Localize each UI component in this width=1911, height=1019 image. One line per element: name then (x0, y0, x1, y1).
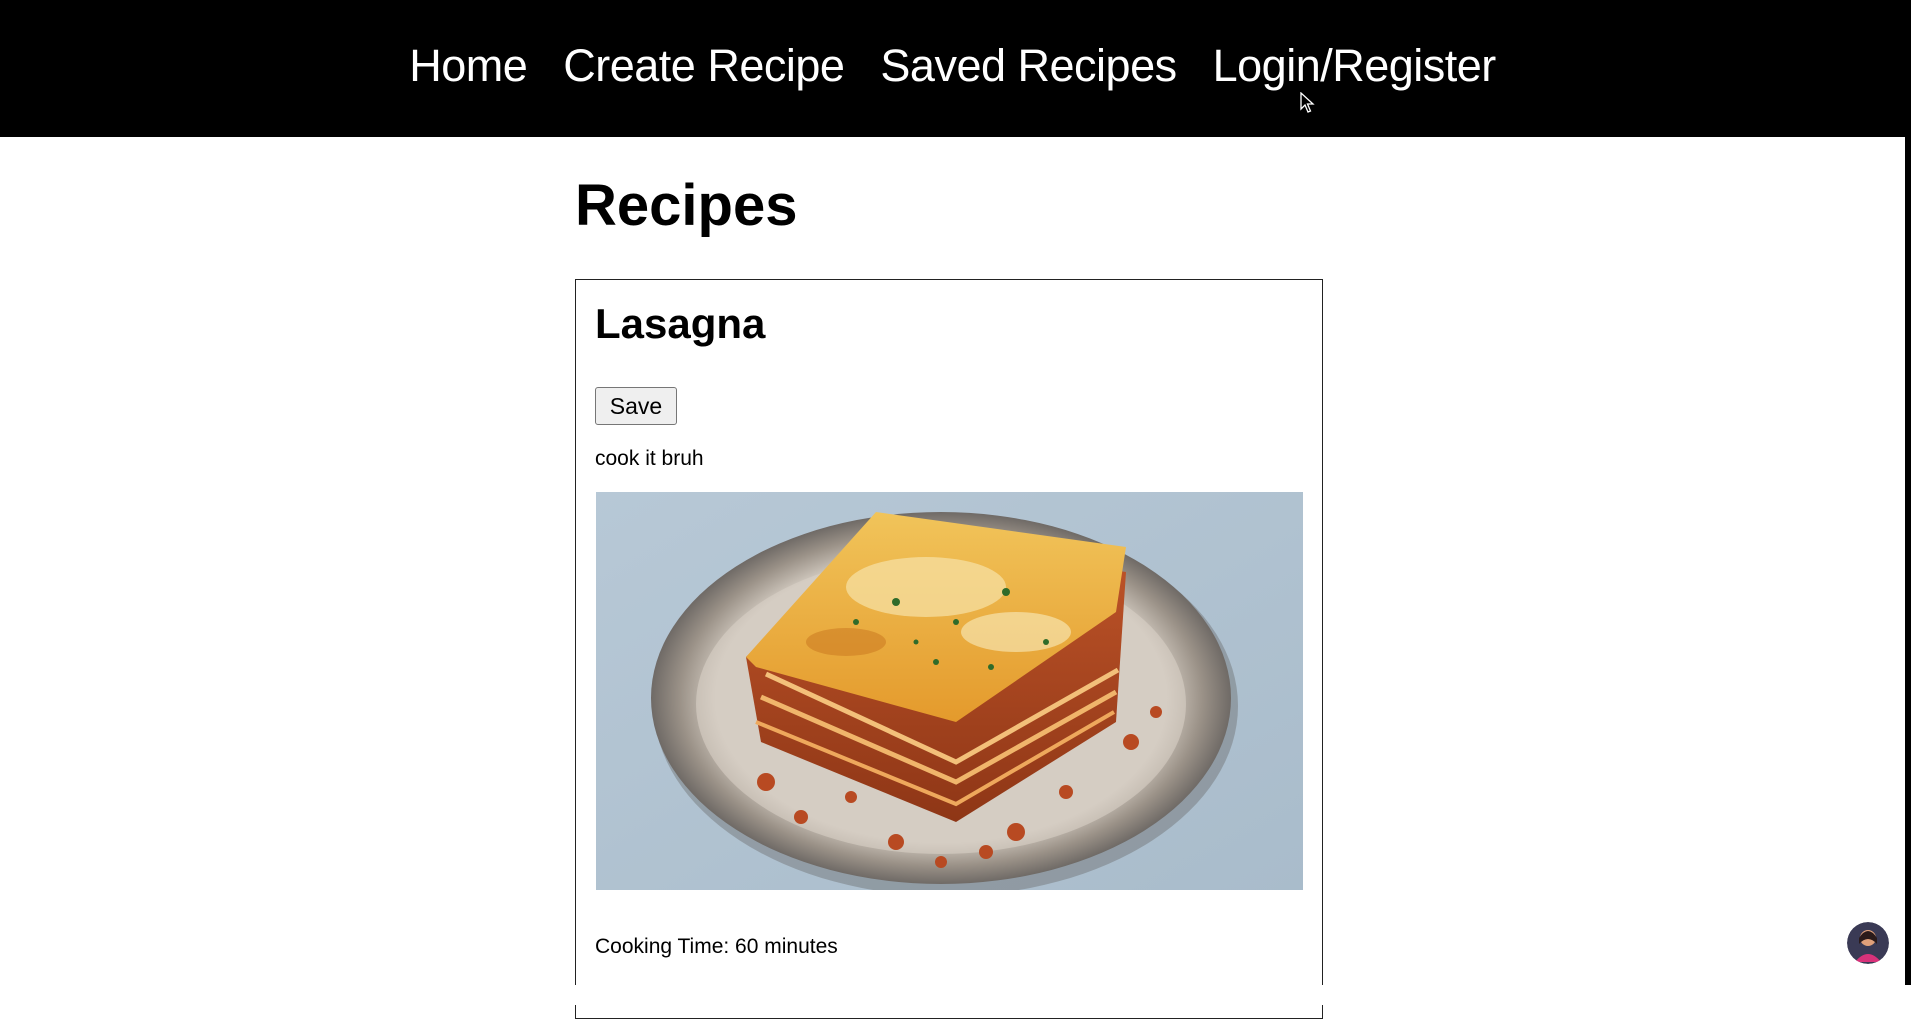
page-title: Recipes (575, 172, 797, 239)
top-navbar: Home Create Recipe Saved Recipes Login/R… (0, 0, 1905, 137)
nav-link-saved-recipes[interactable]: Saved Recipes (880, 40, 1176, 92)
page-bottom (0, 985, 1911, 1005)
nav-link-login-register[interactable]: Login/Register (1213, 40, 1496, 92)
cooking-time: Cooking Time: 60 minutes (595, 935, 838, 959)
recipe-instructions: cook it bruh (595, 447, 704, 471)
user-avatar-icon[interactable] (1847, 922, 1889, 964)
recipe-card: Lasagna Save cook it bruh (575, 279, 1323, 1019)
nav-link-home[interactable]: Home (409, 40, 527, 92)
nav-links: Home Create Recipe Saved Recipes Login/R… (409, 40, 1496, 92)
window-edge (1905, 0, 1911, 1005)
save-button[interactable]: Save (595, 387, 677, 425)
mouse-cursor-icon (1300, 92, 1316, 114)
lasagna-photo-icon (596, 492, 1303, 890)
recipe-name: Lasagna (595, 300, 765, 348)
nav-link-create-recipe[interactable]: Create Recipe (563, 40, 844, 92)
